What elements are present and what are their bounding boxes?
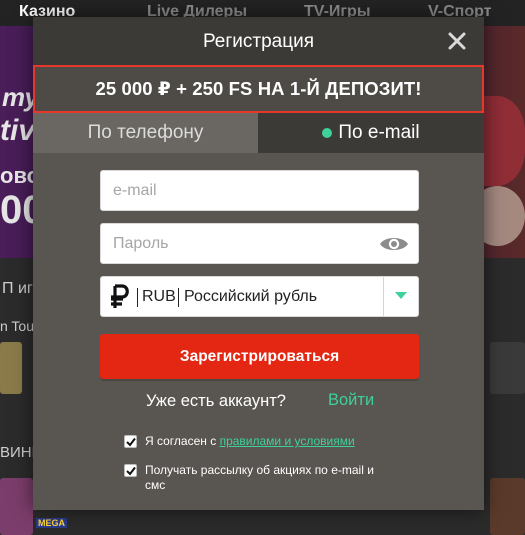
close-button[interactable] [445, 29, 469, 53]
registration-method-tabs: По телефону По e-mail [33, 113, 484, 153]
ruble-icon [111, 284, 129, 308]
tab-by-email[interactable]: По e-mail [258, 113, 484, 153]
login-link[interactable]: Войти [328, 391, 374, 410]
password-input[interactable] [101, 224, 418, 263]
terms-prefix: Я согласен с [145, 434, 220, 448]
game-tile[interactable] [0, 342, 22, 394]
registration-modal: Регистрация 25 000 ₽ + 250 FS НА 1-Й ДЕП… [33, 17, 484, 510]
game-tile[interactable] [490, 478, 525, 535]
terms-link[interactable]: правилами и условиями [220, 434, 355, 448]
hero-fragment: tiv [0, 114, 36, 147]
active-indicator-dot [322, 128, 333, 138]
password-field-wrapper [100, 223, 419, 264]
register-button[interactable]: Зарегистрироваться [100, 334, 419, 379]
modal-header: Регистрация [33, 17, 484, 65]
currency-select[interactable]: RUB Российский рубль [100, 276, 419, 317]
chevron-down-icon[interactable] [395, 292, 407, 300]
currency-separator [137, 288, 138, 307]
game-tile-label: MEGA [36, 518, 67, 528]
tab-by-phone[interactable]: По телефону [33, 113, 258, 153]
currency-code: RUB [142, 288, 176, 305]
tab-label: По e-mail [338, 122, 420, 143]
terms-checkbox[interactable] [124, 435, 137, 448]
section-fragment: П иг [2, 280, 33, 297]
promo-banner: 25 000 ₽ + 250 FS НА 1-Й ДЕПОЗИТ! [33, 65, 484, 113]
newsletter-checkbox[interactable] [124, 464, 137, 477]
game-tile[interactable] [490, 342, 525, 394]
currency-separator [178, 288, 179, 307]
dropdown-divider [383, 277, 384, 316]
newsletter-checkbox-row: Получать рассылку об акциях по e-mail и … [124, 463, 385, 493]
terms-checkbox-row: Я согласен с правилами и условиями [124, 434, 385, 449]
email-input[interactable] [101, 171, 418, 210]
close-icon [448, 32, 466, 50]
eye-icon [380, 238, 408, 250]
show-password-button[interactable] [379, 233, 409, 255]
modal-title: Регистрация [202, 31, 315, 52]
currency-name: Российский рубль [184, 288, 318, 305]
checkmark-icon [126, 437, 136, 447]
terms-label: Я согласен с правилами и условиями [145, 434, 385, 449]
email-field-wrapper [100, 170, 419, 211]
tab-label: По телефону [87, 122, 204, 143]
checkmark-icon [126, 466, 136, 476]
game-tile[interactable] [0, 478, 33, 535]
section-fragment: n Tou [0, 318, 34, 334]
have-account-text: Уже есть аккаунт? [146, 392, 286, 410]
newsletter-label: Получать рассылку об акциях по e-mail и … [145, 463, 374, 492]
